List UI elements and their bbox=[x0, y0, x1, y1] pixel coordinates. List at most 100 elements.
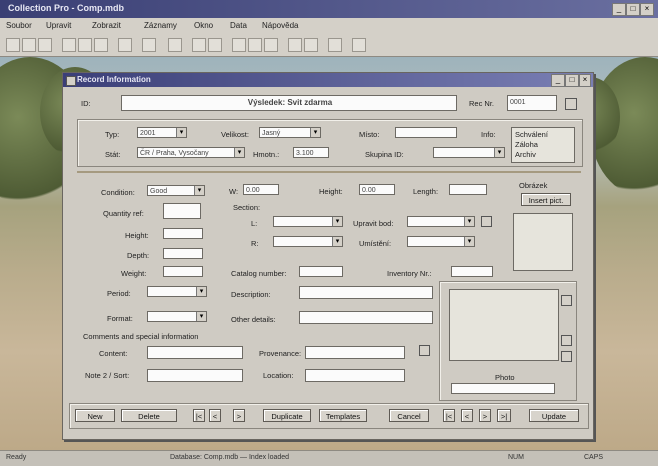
depth-label: Depth: bbox=[127, 251, 150, 260]
quantity-field[interactable] bbox=[163, 203, 201, 219]
size-label: Velikost: bbox=[221, 130, 249, 139]
status-caps: CAPS bbox=[584, 454, 604, 461]
settings-icon[interactable] bbox=[328, 38, 342, 52]
nav-next-button[interactable]: > bbox=[479, 409, 491, 422]
quantity-label: Quantity ref: bbox=[103, 209, 144, 218]
r-field[interactable] bbox=[273, 236, 343, 247]
record-icon[interactable] bbox=[288, 38, 302, 52]
provenance-label: Provenance: bbox=[259, 349, 302, 358]
unit2-label: Umístění: bbox=[359, 239, 392, 248]
other-details-field[interactable] bbox=[299, 311, 433, 324]
unit2-field[interactable] bbox=[407, 236, 475, 247]
new-icon[interactable] bbox=[6, 38, 20, 52]
catalog-field[interactable] bbox=[299, 266, 343, 277]
menu-item-data[interactable]: Data bbox=[230, 21, 247, 30]
templates-button[interactable]: Templates bbox=[319, 409, 367, 422]
comments-label: Comments and special information bbox=[83, 332, 199, 341]
record-number-field[interactable]: 0001 bbox=[507, 95, 557, 111]
name-field[interactable]: Výsledek: Svit zdarma bbox=[121, 95, 457, 111]
print-icon[interactable] bbox=[142, 38, 156, 52]
cancel-button[interactable]: Cancel bbox=[389, 409, 429, 422]
chart-icon[interactable] bbox=[248, 38, 262, 52]
record-number-label: Rec Nr. bbox=[469, 99, 495, 108]
dialog-maximize-button[interactable]: □ bbox=[565, 74, 579, 87]
dialog-menu-icon[interactable] bbox=[66, 76, 76, 86]
menu-item-file[interactable]: Soubor bbox=[6, 21, 32, 30]
scroll-mid-icon[interactable] bbox=[561, 335, 572, 346]
checklist-item[interactable]: Archiv bbox=[515, 150, 536, 159]
first-record-button[interactable]: |< bbox=[193, 409, 205, 422]
land-field[interactable]: ČR / Praha, Vysočany bbox=[137, 147, 245, 158]
filter-icon[interactable] bbox=[208, 38, 222, 52]
duplicate-button[interactable]: Duplicate bbox=[263, 409, 311, 422]
format-field[interactable] bbox=[147, 311, 207, 322]
copy-icon[interactable] bbox=[78, 38, 92, 52]
status-left: Ready bbox=[6, 454, 27, 461]
sort-icon[interactable] bbox=[232, 38, 246, 52]
weight-field-2[interactable] bbox=[163, 266, 203, 277]
content-field[interactable] bbox=[147, 346, 243, 359]
type-field[interactable]: 2001 bbox=[137, 127, 187, 138]
menu-item-edit[interactable]: Upravit bbox=[46, 21, 71, 30]
delete-button[interactable]: Delete bbox=[121, 409, 177, 422]
next-record-button[interactable]: > bbox=[233, 409, 245, 422]
menu-item-help[interactable]: Nápověda bbox=[262, 21, 298, 30]
weight-label: Hmotn.: bbox=[253, 150, 280, 159]
save-icon[interactable] bbox=[38, 38, 52, 52]
provenance-field[interactable] bbox=[305, 346, 405, 359]
scroll-up-icon[interactable] bbox=[561, 295, 572, 306]
weight-field[interactable]: 3.100 bbox=[293, 147, 329, 158]
update-button[interactable]: Update bbox=[529, 409, 579, 422]
maximize-button[interactable]: □ bbox=[626, 3, 640, 16]
unit1-field[interactable] bbox=[407, 216, 475, 227]
menu-item-view[interactable]: Zobrazit bbox=[92, 21, 121, 30]
record-spin-icon[interactable] bbox=[565, 98, 577, 110]
close-button[interactable]: × bbox=[640, 3, 654, 16]
provenance-picker-icon[interactable] bbox=[419, 345, 430, 356]
description-field[interactable] bbox=[299, 286, 433, 299]
help-icon[interactable] bbox=[352, 38, 366, 52]
note-field[interactable] bbox=[147, 369, 243, 382]
dim-h-label: Height: bbox=[319, 187, 343, 196]
condition-field[interactable]: Good bbox=[147, 185, 205, 196]
prev-record-button[interactable]: < bbox=[209, 409, 221, 422]
dim-l-field[interactable] bbox=[449, 184, 487, 195]
nav-prev-button[interactable]: < bbox=[461, 409, 473, 422]
place-field[interactable] bbox=[395, 127, 457, 138]
undo-icon[interactable] bbox=[118, 38, 132, 52]
open-icon[interactable] bbox=[22, 38, 36, 52]
paste-icon[interactable] bbox=[94, 38, 108, 52]
depth-field[interactable] bbox=[163, 248, 203, 259]
dialog-close-button[interactable]: × bbox=[579, 74, 591, 87]
inventory-field[interactable] bbox=[451, 266, 493, 277]
scroll-down-icon[interactable] bbox=[561, 351, 572, 362]
dialog-minimize-button[interactable]: _ bbox=[551, 74, 565, 87]
binoculars-icon[interactable] bbox=[192, 38, 206, 52]
photo-field[interactable] bbox=[451, 383, 555, 394]
nav-first-button[interactable]: |< bbox=[443, 409, 455, 422]
period-field[interactable] bbox=[147, 286, 207, 297]
status-bar: Ready Database: Comp.mdb — Index loaded … bbox=[0, 450, 658, 466]
delete-icon[interactable] bbox=[304, 38, 318, 52]
dim-w-field[interactable]: 0.00 bbox=[243, 184, 279, 195]
l-field[interactable] bbox=[273, 216, 343, 227]
find-icon[interactable] bbox=[168, 38, 182, 52]
group-label: Skupina ID: bbox=[365, 150, 404, 159]
location-field[interactable] bbox=[305, 369, 405, 382]
insert-picture-button[interactable]: Insert pict. bbox=[521, 193, 571, 206]
checklist-item[interactable]: Schválení bbox=[515, 130, 548, 139]
new-button[interactable]: New bbox=[75, 409, 115, 422]
group-field[interactable] bbox=[433, 147, 505, 158]
dialog-titlebar: Record Information _ □ × bbox=[63, 73, 593, 87]
report-icon[interactable] bbox=[264, 38, 278, 52]
nav-last-button[interactable]: >| bbox=[497, 409, 511, 422]
cut-icon[interactable] bbox=[62, 38, 76, 52]
menu-item-window[interactable]: Okno bbox=[194, 21, 213, 30]
minimize-button[interactable]: _ bbox=[612, 3, 626, 16]
height-field[interactable] bbox=[163, 228, 203, 239]
size-field[interactable]: Jasný bbox=[259, 127, 321, 138]
checklist-item[interactable]: Záloha bbox=[515, 140, 538, 149]
dim-h-field[interactable]: 0.00 bbox=[359, 184, 395, 195]
unit1-spin-icon[interactable] bbox=[481, 216, 492, 227]
menu-item-records[interactable]: Záznamy bbox=[144, 21, 177, 30]
